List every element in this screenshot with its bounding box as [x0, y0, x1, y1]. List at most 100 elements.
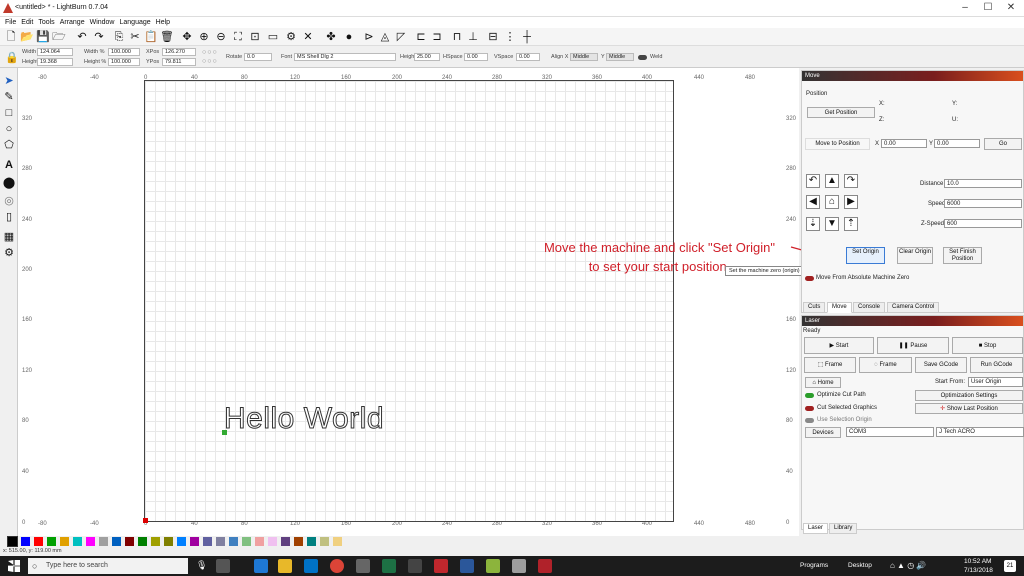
- frame-circle-button[interactable]: ◌ Frame: [859, 357, 912, 373]
- move-to-position-button[interactable]: Move to Position: [805, 138, 870, 150]
- undo-icon[interactable]: ↶: [75, 30, 89, 44]
- menu-file[interactable]: File: [5, 17, 16, 28]
- font-height-field[interactable]: 25.00: [414, 53, 440, 61]
- maximize-button[interactable]: ☐: [977, 1, 999, 15]
- snip-icon[interactable]: [512, 559, 526, 573]
- chrome-icon[interactable]: [330, 559, 344, 573]
- lightburn-taskbar-icon[interactable]: [538, 559, 552, 573]
- device-select[interactable]: J Tech ACRO: [936, 427, 1024, 437]
- canvas-text-object[interactable]: Hello World: [224, 402, 385, 436]
- palette-swatch[interactable]: [138, 537, 147, 546]
- settings-icon[interactable]: ⚙: [284, 30, 298, 44]
- user-icon[interactable]: ●: [342, 30, 356, 44]
- position-laser-icon[interactable]: ⬤: [2, 176, 16, 190]
- palette-swatch[interactable]: [294, 537, 303, 546]
- array-tool-icon[interactable]: ▦: [2, 230, 16, 244]
- menu-language[interactable]: Language: [120, 17, 151, 28]
- jog-right-icon[interactable]: ▶: [844, 195, 858, 209]
- new-file-icon[interactable]: 🗋: [4, 30, 18, 44]
- clock-date[interactable]: 7/13/2018: [964, 567, 993, 574]
- palette-swatch[interactable]: [333, 537, 342, 546]
- palette-swatch[interactable]: [99, 537, 108, 546]
- show-last-position-button[interactable]: ✛ Show Last Position: [915, 403, 1023, 414]
- rotate-ccw-icon[interactable]: ↶: [806, 174, 820, 188]
- get-position-button[interactable]: Get Position: [807, 107, 875, 118]
- center-icon[interactable]: ┼: [520, 30, 534, 44]
- clear-origin-button[interactable]: Clear Origin: [897, 247, 933, 264]
- palette-swatch[interactable]: [112, 537, 121, 546]
- zspeed-field[interactable]: 600: [944, 219, 1022, 228]
- optimization-settings-button[interactable]: Optimization Settings: [915, 390, 1023, 401]
- vspace-field[interactable]: 0.00: [516, 53, 540, 61]
- minimize-button[interactable]: –: [954, 1, 976, 15]
- use-selection-origin-toggle[interactable]: [805, 418, 814, 423]
- copy-icon[interactable]: ⎘: [112, 30, 126, 44]
- cut-icon[interactable]: ✂: [128, 30, 142, 44]
- palette-swatch[interactable]: [177, 537, 186, 546]
- laser-bed-grid[interactable]: [144, 80, 674, 522]
- polygon-tool-icon[interactable]: ⬠: [2, 138, 16, 152]
- align-left-icon[interactable]: ⊏: [414, 30, 428, 44]
- palette-swatch[interactable]: [34, 537, 43, 546]
- frame-display-icon[interactable]: ▭: [266, 30, 280, 44]
- palette-swatch[interactable]: [86, 537, 95, 546]
- notification-badge[interactable]: 21: [1004, 560, 1016, 572]
- tab-console[interactable]: Console: [853, 302, 886, 313]
- zoom-page-icon[interactable]: ⊡: [248, 30, 262, 44]
- home-icon[interactable]: ⌂: [825, 195, 839, 209]
- jog-down-icon[interactable]: ▼: [825, 217, 839, 231]
- palette-swatch[interactable]: [242, 537, 251, 546]
- distance-field[interactable]: 10.0: [944, 179, 1022, 188]
- offset-tool-icon[interactable]: ◎: [2, 194, 16, 208]
- widthpct-field[interactable]: 100.000: [108, 48, 140, 56]
- group-icon[interactable]: ✤: [324, 30, 338, 44]
- anchor-grid-bottom-icon[interactable]: ○○○: [202, 58, 218, 65]
- tab-library[interactable]: Library: [829, 523, 858, 534]
- set-origin-button[interactable]: Set Origin: [846, 247, 885, 264]
- aligny-select[interactable]: Middle: [606, 53, 634, 61]
- windows-start-icon[interactable]: [8, 560, 20, 572]
- move-y-field[interactable]: 0.00: [934, 139, 980, 148]
- align-center-icon[interactable]: ⊐: [430, 30, 444, 44]
- optimize-cut-toggle[interactable]: [805, 393, 814, 398]
- font-select[interactable]: MS Shell Dlg 2: [294, 53, 396, 61]
- frame-button[interactable]: ⬚ Frame: [804, 357, 856, 373]
- palette-swatch[interactable]: [203, 537, 212, 546]
- tools-icon[interactable]: ✕: [301, 30, 315, 44]
- palette-swatch[interactable]: [268, 537, 277, 546]
- delete-icon[interactable]: 🗑: [160, 30, 174, 44]
- palette-swatch[interactable]: [281, 537, 290, 546]
- palette-swatch[interactable]: [216, 537, 225, 546]
- cut-selected-toggle[interactable]: [805, 406, 814, 411]
- file-explorer-icon[interactable]: [278, 559, 292, 573]
- measure-icon[interactable]: ▯: [2, 210, 16, 224]
- port-select[interactable]: COM3: [846, 427, 934, 437]
- palette-swatch[interactable]: [73, 537, 82, 546]
- save-gcode-button[interactable]: Save GCode: [915, 357, 967, 373]
- palette-swatch[interactable]: [125, 537, 134, 546]
- home-button[interactable]: ⌂ Home: [805, 377, 841, 388]
- start-from-select[interactable]: User Origin: [968, 377, 1023, 387]
- ypos-field[interactable]: 79.811: [162, 58, 196, 66]
- devices-button[interactable]: Devices: [805, 427, 841, 438]
- palette-swatch[interactable]: [307, 537, 316, 546]
- palette-swatch[interactable]: [255, 537, 264, 546]
- go-button[interactable]: Go: [984, 138, 1022, 150]
- paste-icon[interactable]: 📋: [144, 30, 158, 44]
- menu-arrange[interactable]: Arrange: [60, 17, 85, 28]
- app-icon[interactable]: [408, 559, 422, 573]
- xpos-field[interactable]: 126.270: [162, 48, 196, 56]
- menu-window[interactable]: Window: [90, 17, 115, 28]
- align-middle-icon[interactable]: ⊥: [466, 30, 480, 44]
- import-icon[interactable]: 🗁: [52, 30, 66, 44]
- open-file-icon[interactable]: 📂: [20, 30, 34, 44]
- tab-laser[interactable]: Laser: [803, 523, 829, 534]
- heightpct-field[interactable]: 100.000: [108, 58, 140, 66]
- text-tool-icon[interactable]: A: [2, 158, 16, 172]
- speed-field[interactable]: 6000: [944, 199, 1022, 208]
- move-tool-icon[interactable]: ✥: [180, 30, 194, 44]
- tab-cuts[interactable]: Cuts: [803, 302, 826, 313]
- zoom-out-icon[interactable]: ⊖: [214, 30, 228, 44]
- palette-swatch[interactable]: [151, 537, 160, 546]
- save-file-icon[interactable]: 💾: [36, 30, 50, 44]
